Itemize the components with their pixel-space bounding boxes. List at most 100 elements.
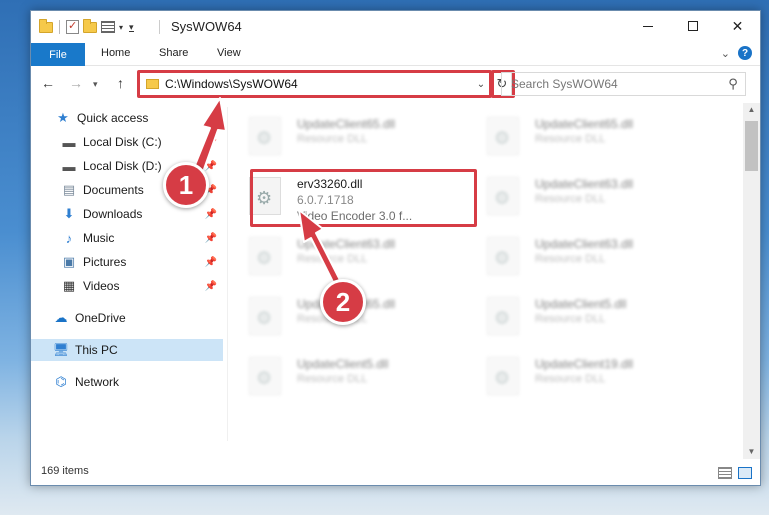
drive-icon: ▬ [62,158,76,174]
dll-file-icon [487,177,519,215]
recent-locations-icon[interactable]: ▾ [93,79,98,90]
status-bar: 169 items [31,461,760,485]
scroll-down-icon[interactable]: ▼ [743,445,760,459]
search-icon[interactable]: ⚲ [721,76,745,92]
sidebar-item-label: Pictures [83,255,127,269]
pane-divider [227,107,228,441]
tab-view[interactable]: View [217,47,241,59]
pin-icon[interactable]: 📌 [205,281,217,292]
navigation-bar: ← → ▾ ↑ C:\Windows\SysWOW64 ⌄ ↻ Search S… [31,69,760,99]
sidebar-item-label: Videos [83,279,120,293]
window-title: SysWOW64 [171,19,242,34]
sidebar-item-this-pc[interactable]: 🖥 This PC [31,339,223,361]
drive-icon: ▬ [62,134,76,150]
scroll-up-icon[interactable]: ▲ [743,103,760,117]
sidebar-item-downloads[interactable]: ⬇ Downloads 📌 [61,203,223,225]
search-box[interactable]: Search SysWOW64 ⚲ [501,72,746,96]
dll-file-icon [249,117,281,155]
view-layout-icon[interactable] [101,21,115,33]
vertical-scrollbar[interactable]: ▲ ▼ [743,103,760,459]
pin-icon[interactable]: 📌 [205,233,217,244]
pin-icon[interactable]: 📌 [205,161,217,172]
tab-file[interactable]: File [31,43,85,66]
title-bar: ▾ ▾ SysWOW64 ✕ [31,11,760,43]
help-icon[interactable]: ? [738,46,752,60]
sidebar-item-label: OneDrive [75,311,126,325]
file-highlight [250,169,477,227]
list-item[interactable]: UpdateClient63.dll Resource DLL [231,227,451,279]
list-item[interactable]: UpdateClient63.dll Resource DLL [469,227,689,279]
forward-arrow-icon[interactable]: → [69,75,83,91]
videos-icon: ▦ [62,278,76,293]
dll-file-icon [249,237,281,275]
sidebar-item-network[interactable]: ⌬ Network [53,371,223,393]
file-list: UpdateClient65.dll Resource DLL UpdateCl… [231,103,743,448]
customize-toolbar-icon[interactable]: ▾ [129,22,134,32]
new-folder-icon[interactable] [83,18,97,33]
tab-share[interactable]: Share [159,47,188,59]
sidebar-item-label: Music [83,231,115,245]
item-count: 169 items [41,465,89,477]
close-button[interactable]: ✕ [715,11,760,41]
dll-file-icon [487,117,519,155]
title-divider [159,20,160,34]
ribbon-right: ⌄ ? [721,46,752,60]
sidebar-item-quick-access[interactable]: ★ Quick access [55,107,223,129]
minimize-button[interactable] [625,11,670,41]
sidebar-item-label: Local Disk (D:) [83,159,162,173]
close-icon: ✕ [731,17,744,34]
toolbar-divider [59,20,60,34]
sidebar-item-pictures[interactable]: ▣ Pictures 📌 [61,251,223,273]
documents-icon: ▤ [62,182,76,197]
pictures-icon: ▣ [62,254,76,269]
large-icons-view-icon[interactable] [738,467,752,479]
up-arrow-icon[interactable]: ↑ [117,75,124,91]
scroll-thumb[interactable] [745,121,758,171]
network-icon: ⌬ [55,374,67,389]
sidebar-item-local-disk-c[interactable]: ▬ Local Disk (C:) 📌 [61,131,223,153]
list-item[interactable]: UpdateClient19.dll Resource DLL [469,347,689,399]
pin-icon[interactable]: 📌 [205,257,217,268]
quick-access-toolbar: ▾ ▾ [39,18,134,35]
sidebar-item-label: Downloads [83,207,143,221]
search-input[interactable]: Search SysWOW64 [511,77,721,91]
sidebar-item-label: Quick access [77,111,149,125]
dll-file-icon [487,357,519,395]
pin-icon[interactable]: 📌 [205,137,217,148]
dll-file-icon [487,297,519,335]
sidebar-item-label: Local Disk (C:) [83,135,162,149]
details-view-icon[interactable] [718,467,732,479]
list-item[interactable]: UpdateClient65.dll Resource DLL [231,107,451,159]
sidebar-item-label: This PC [75,343,118,357]
chevron-down-icon[interactable]: ▾ [119,23,123,32]
list-item[interactable]: UpdateClient63.dll Resource DLL [469,167,689,219]
maximize-button[interactable] [670,11,715,41]
properties-icon[interactable] [66,19,79,34]
music-icon: ♪ [65,230,73,246]
sidebar-item-onedrive[interactable]: ☁ OneDrive [53,307,223,329]
step-1-badge: 1 [163,162,209,208]
tab-home[interactable]: Home [101,47,130,59]
sidebar-item-label: Documents [83,183,144,197]
cloud-icon: ☁ [54,310,68,325]
dll-file-icon [249,297,281,335]
step-2-badge: 2 [320,279,366,325]
computer-icon: 🖥 [52,342,70,357]
sidebar-item-label: Network [75,375,120,389]
sidebar-item-music[interactable]: ♪ Music 📌 [61,227,223,249]
navigation-pane: ★ Quick access ▬ Local Disk (C:) 📌 ▬ Loc… [31,107,227,441]
sidebar-item-videos[interactable]: ▦ Videos 📌 [61,275,223,297]
explorer-window: ▾ ▾ SysWOW64 ✕ File Home Share View ⌄ ? … [30,10,761,486]
address-highlight [137,70,492,98]
minimize-icon [642,25,653,27]
list-item[interactable]: UpdateClient65.dll Resource DLL [469,107,689,159]
dll-file-icon [487,237,519,275]
maximize-icon [687,21,698,31]
list-item[interactable]: UpdateClient5.dll Resource DLL [231,347,451,399]
back-arrow-icon[interactable]: ← [41,75,55,91]
list-item[interactable]: UpdateClient5.dll Resource DLL [469,287,689,339]
pin-icon[interactable]: 📌 [205,209,217,220]
star-icon: ★ [57,110,69,125]
expand-ribbon-icon[interactable]: ⌄ [721,47,730,60]
folder-icon [39,18,53,33]
